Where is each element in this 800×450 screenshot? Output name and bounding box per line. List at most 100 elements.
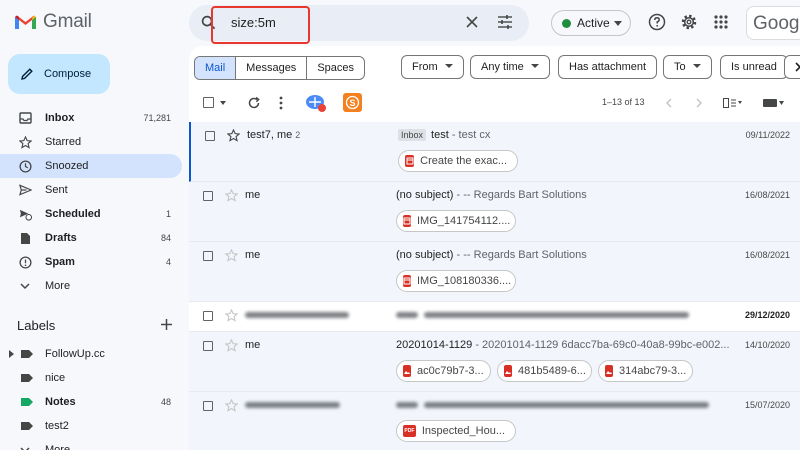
sidebar-item-starred[interactable]: Starred bbox=[0, 130, 182, 154]
star-icon[interactable] bbox=[227, 129, 240, 142]
sidebar-item-more[interactable]: More bbox=[0, 274, 182, 298]
gmail-logo[interactable]: Gmail bbox=[14, 11, 92, 33]
tab-messages[interactable]: Messages bbox=[235, 57, 306, 79]
label-name: Notes bbox=[45, 396, 76, 408]
select-caret-icon[interactable] bbox=[220, 101, 226, 105]
top-bar: Gmail size:5m Active Goog bbox=[0, 0, 800, 46]
expand-arrow-icon[interactable] bbox=[9, 350, 14, 358]
inbox-badge[interactable]: Inbox bbox=[398, 129, 427, 141]
chevron-down-icon bbox=[18, 279, 32, 293]
split-pane-icon[interactable] bbox=[723, 98, 743, 108]
refresh-icon[interactable] bbox=[247, 96, 261, 110]
filter-chips: Mail Messages Spaces From Any time Has attac… bbox=[194, 55, 800, 81]
search-bar[interactable]: size:5m bbox=[189, 5, 529, 41]
email-row[interactable]: me 20201014-1129 - 20201014-1129 6dacc7ba… bbox=[189, 332, 800, 392]
sidebar-item-label: Sent bbox=[45, 184, 68, 196]
next-page-icon[interactable] bbox=[695, 98, 703, 108]
sidebar-item-label: Scheduled bbox=[45, 208, 101, 220]
label-name: FollowUp.cc bbox=[45, 348, 105, 360]
label-item-more[interactable]: More bbox=[0, 438, 182, 450]
filter-chip-label: Any time bbox=[481, 61, 524, 73]
star-icon[interactable] bbox=[225, 189, 238, 202]
email-subject-line: Inbox test - test cx bbox=[398, 129, 490, 141]
email-date: 15/07/2020 bbox=[744, 400, 790, 410]
pencil-icon bbox=[21, 68, 33, 80]
select-all-checkbox[interactable] bbox=[203, 97, 214, 108]
filter-chip-from[interactable]: From bbox=[401, 55, 464, 79]
sidebar-nav: Inbox 71,281 Starred Snoozed Sent Scheduled 1 D… bbox=[0, 106, 182, 298]
row-checkbox[interactable] bbox=[203, 251, 213, 261]
video-file-icon bbox=[405, 155, 415, 167]
labels-list: FollowUp.cc nice Notes 48 test2 More bbox=[0, 342, 182, 450]
followup-extension-icon[interactable] bbox=[305, 93, 327, 113]
search-options-icon[interactable] bbox=[497, 14, 513, 30]
filter-chip-any-time[interactable]: Any time bbox=[470, 55, 550, 79]
help-icon[interactable] bbox=[648, 13, 666, 31]
sidebar-item-count: 84 bbox=[160, 233, 171, 243]
filter-chip-has-attachment[interactable]: Has attachment bbox=[558, 55, 658, 79]
sidebar-item-spam[interactable]: Spam 4 bbox=[0, 250, 182, 274]
chevron-right-icon bbox=[795, 62, 800, 72]
attachment-chip[interactable]: Create the exac... bbox=[398, 150, 518, 172]
email-row[interactable]: 29/12/2020 bbox=[189, 302, 800, 332]
email-row[interactable]: test7, me 2 Inbox test - test cx 09/11/2022 C… bbox=[189, 122, 800, 182]
sidebar-item-sent[interactable]: Sent bbox=[0, 178, 182, 202]
star-icon[interactable] bbox=[225, 309, 238, 322]
email-row[interactable]: me (no subject) - -- Regards Bart Solutio… bbox=[189, 182, 800, 242]
chips-next-button[interactable] bbox=[784, 55, 800, 79]
email-date: 14/10/2020 bbox=[744, 340, 790, 350]
filter-chip-label: Has attachment bbox=[569, 61, 647, 73]
attachment-chip[interactable]: 481b5489-6... bbox=[497, 360, 592, 382]
gmail-m-icon bbox=[15, 15, 36, 29]
email-subject-redacted bbox=[396, 309, 689, 321]
attachment-chips: IMG_141754112.... bbox=[396, 210, 516, 232]
attachment-chip[interactable]: IMG_108180336.... bbox=[396, 270, 516, 292]
prev-page-icon[interactable] bbox=[665, 98, 673, 108]
label-item-followup-cc[interactable]: FollowUp.cc bbox=[0, 342, 182, 366]
search-input[interactable]: size:5m bbox=[231, 15, 276, 30]
sidebar-item-label: Starred bbox=[45, 136, 82, 148]
extension-s-icon[interactable]: S bbox=[343, 93, 362, 112]
row-checkbox[interactable] bbox=[205, 131, 215, 141]
tab-spaces[interactable]: Spaces bbox=[306, 57, 364, 79]
apps-grid-icon[interactable] bbox=[714, 15, 728, 29]
attachment-chip[interactable]: IMG_141754112.... bbox=[396, 210, 516, 232]
main-panel: Mail Messages Spaces From Any time Has attac… bbox=[189, 46, 800, 450]
filter-chip-is-unread[interactable]: Is unread bbox=[720, 55, 788, 79]
email-row[interactable]: me (no subject) - -- Regards Bart Solutio… bbox=[189, 242, 800, 302]
status-selector[interactable]: Active bbox=[551, 10, 631, 36]
attachment-chip[interactable]: 314abc79-3... bbox=[598, 360, 693, 382]
sidebar-item-inbox[interactable]: Inbox 71,281 bbox=[0, 106, 182, 130]
filter-chip-to[interactable]: To bbox=[663, 55, 712, 79]
close-icon[interactable] bbox=[465, 15, 479, 29]
attachment-chip[interactable]: PDF Inspected_Hou... bbox=[396, 420, 516, 442]
tab-mail[interactable]: Mail bbox=[195, 57, 236, 79]
star-icon[interactable] bbox=[225, 249, 238, 262]
compose-button[interactable]: Compose bbox=[8, 54, 110, 94]
search-icon[interactable] bbox=[201, 15, 216, 30]
gear-icon[interactable] bbox=[680, 13, 698, 31]
label-name: nice bbox=[45, 372, 66, 384]
email-row[interactable]: 15/07/2020 PDF Inspected_Hou... bbox=[189, 392, 800, 450]
star-icon[interactable] bbox=[225, 399, 238, 412]
keyboard-icon[interactable] bbox=[763, 99, 785, 107]
caret-down-icon bbox=[444, 64, 453, 68]
sidebar-item-snoozed[interactable]: Snoozed bbox=[0, 154, 182, 178]
svg-text:S: S bbox=[349, 98, 355, 108]
sidebar-item-scheduled[interactable]: Scheduled 1 bbox=[0, 202, 182, 226]
google-account-logo[interactable]: Goog bbox=[746, 6, 800, 40]
row-checkbox[interactable] bbox=[203, 311, 213, 321]
sidebar-item-label: Snoozed bbox=[45, 160, 89, 172]
row-checkbox[interactable] bbox=[203, 401, 213, 411]
label-item-notes[interactable]: Notes 48 bbox=[0, 390, 182, 414]
list-toolbar: S 1–13 of 13 bbox=[189, 90, 800, 116]
attachment-chip[interactable]: ac0c79b7-3... bbox=[396, 360, 491, 382]
sidebar-item-drafts[interactable]: Drafts 84 bbox=[0, 226, 182, 250]
more-vert-icon[interactable] bbox=[279, 96, 283, 110]
label-item-test2[interactable]: test2 bbox=[0, 414, 182, 438]
label-item-nice[interactable]: nice bbox=[0, 366, 182, 390]
add-label-icon[interactable] bbox=[160, 318, 173, 331]
star-icon[interactable] bbox=[225, 339, 238, 352]
row-checkbox[interactable] bbox=[203, 341, 213, 351]
row-checkbox[interactable] bbox=[203, 191, 213, 201]
